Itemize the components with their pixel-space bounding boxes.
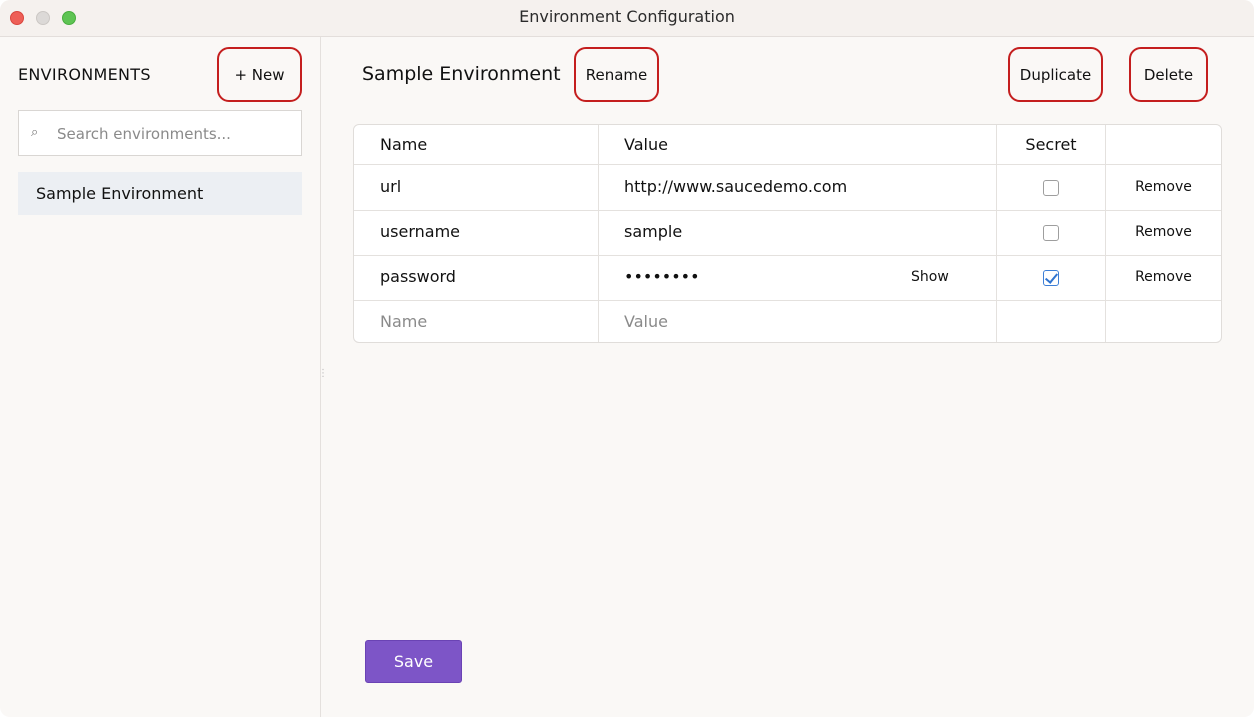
new-variable-name-input[interactable]: Name	[380, 300, 595, 344]
secret-cell	[997, 210, 1105, 254]
variable-value-masked[interactable]: ••••••••	[624, 255, 904, 299]
secret-checkbox[interactable]	[1043, 179, 1059, 196]
table-header-row: Name Value Secret	[354, 125, 1221, 165]
variables-table: Name Value Secret url http://www.saucede…	[353, 124, 1222, 343]
new-variable-row: Name Value	[354, 300, 1221, 345]
rename-button[interactable]: Rename	[574, 47, 659, 102]
new-variable-value-input[interactable]: Value	[624, 300, 904, 344]
new-environment-button[interactable]: + New	[217, 47, 302, 102]
variable-name[interactable]: password	[380, 255, 595, 299]
search-box[interactable]: ⌕	[18, 110, 302, 157]
variable-value[interactable]: sample	[624, 210, 904, 254]
duplicate-button[interactable]: Duplicate	[1008, 47, 1103, 102]
environment-title: Sample Environment	[362, 63, 561, 85]
header-secret: Secret	[1025, 135, 1077, 154]
main-panel: Sample Environment Rename Duplicate Dele…	[321, 37, 1254, 717]
header-name: Name	[380, 135, 428, 154]
secret-cell	[997, 255, 1105, 299]
title-bar: Environment Configuration	[0, 0, 1254, 37]
sidebar-item-sample-environment[interactable]: Sample Environment	[18, 172, 302, 215]
save-button[interactable]: Save	[365, 640, 462, 683]
header-value: Value	[624, 135, 668, 154]
sidebar-heading: ENVIRONMENTS	[18, 65, 151, 84]
search-input[interactable]	[55, 111, 299, 157]
sidebar: ENVIRONMENTS + New ⌕ Sample Environment	[0, 37, 321, 717]
table-row: password •••••••• Show Remove	[354, 255, 1221, 301]
secret-checkbox[interactable]	[1043, 224, 1059, 241]
search-icon: ⌕	[31, 125, 39, 140]
app-window: Environment Configuration ENVIRONMENTS +…	[0, 0, 1254, 717]
variable-value[interactable]: http://www.saucedemo.com	[624, 165, 904, 209]
secret-checkbox[interactable]	[1043, 269, 1059, 286]
delete-button[interactable]: Delete	[1129, 47, 1208, 102]
remove-button[interactable]: Remove	[1106, 165, 1221, 209]
secret-cell	[997, 165, 1105, 209]
table-row: username sample Remove	[354, 210, 1221, 256]
remove-button[interactable]: Remove	[1106, 210, 1221, 254]
variable-name[interactable]: username	[380, 210, 595, 254]
window-title: Environment Configuration	[519, 7, 735, 26]
remove-button[interactable]: Remove	[1106, 255, 1221, 299]
table-row: url http://www.saucedemo.com Remove	[354, 165, 1221, 211]
variable-name[interactable]: url	[380, 165, 595, 209]
show-secret-button[interactable]: Show	[911, 255, 949, 299]
